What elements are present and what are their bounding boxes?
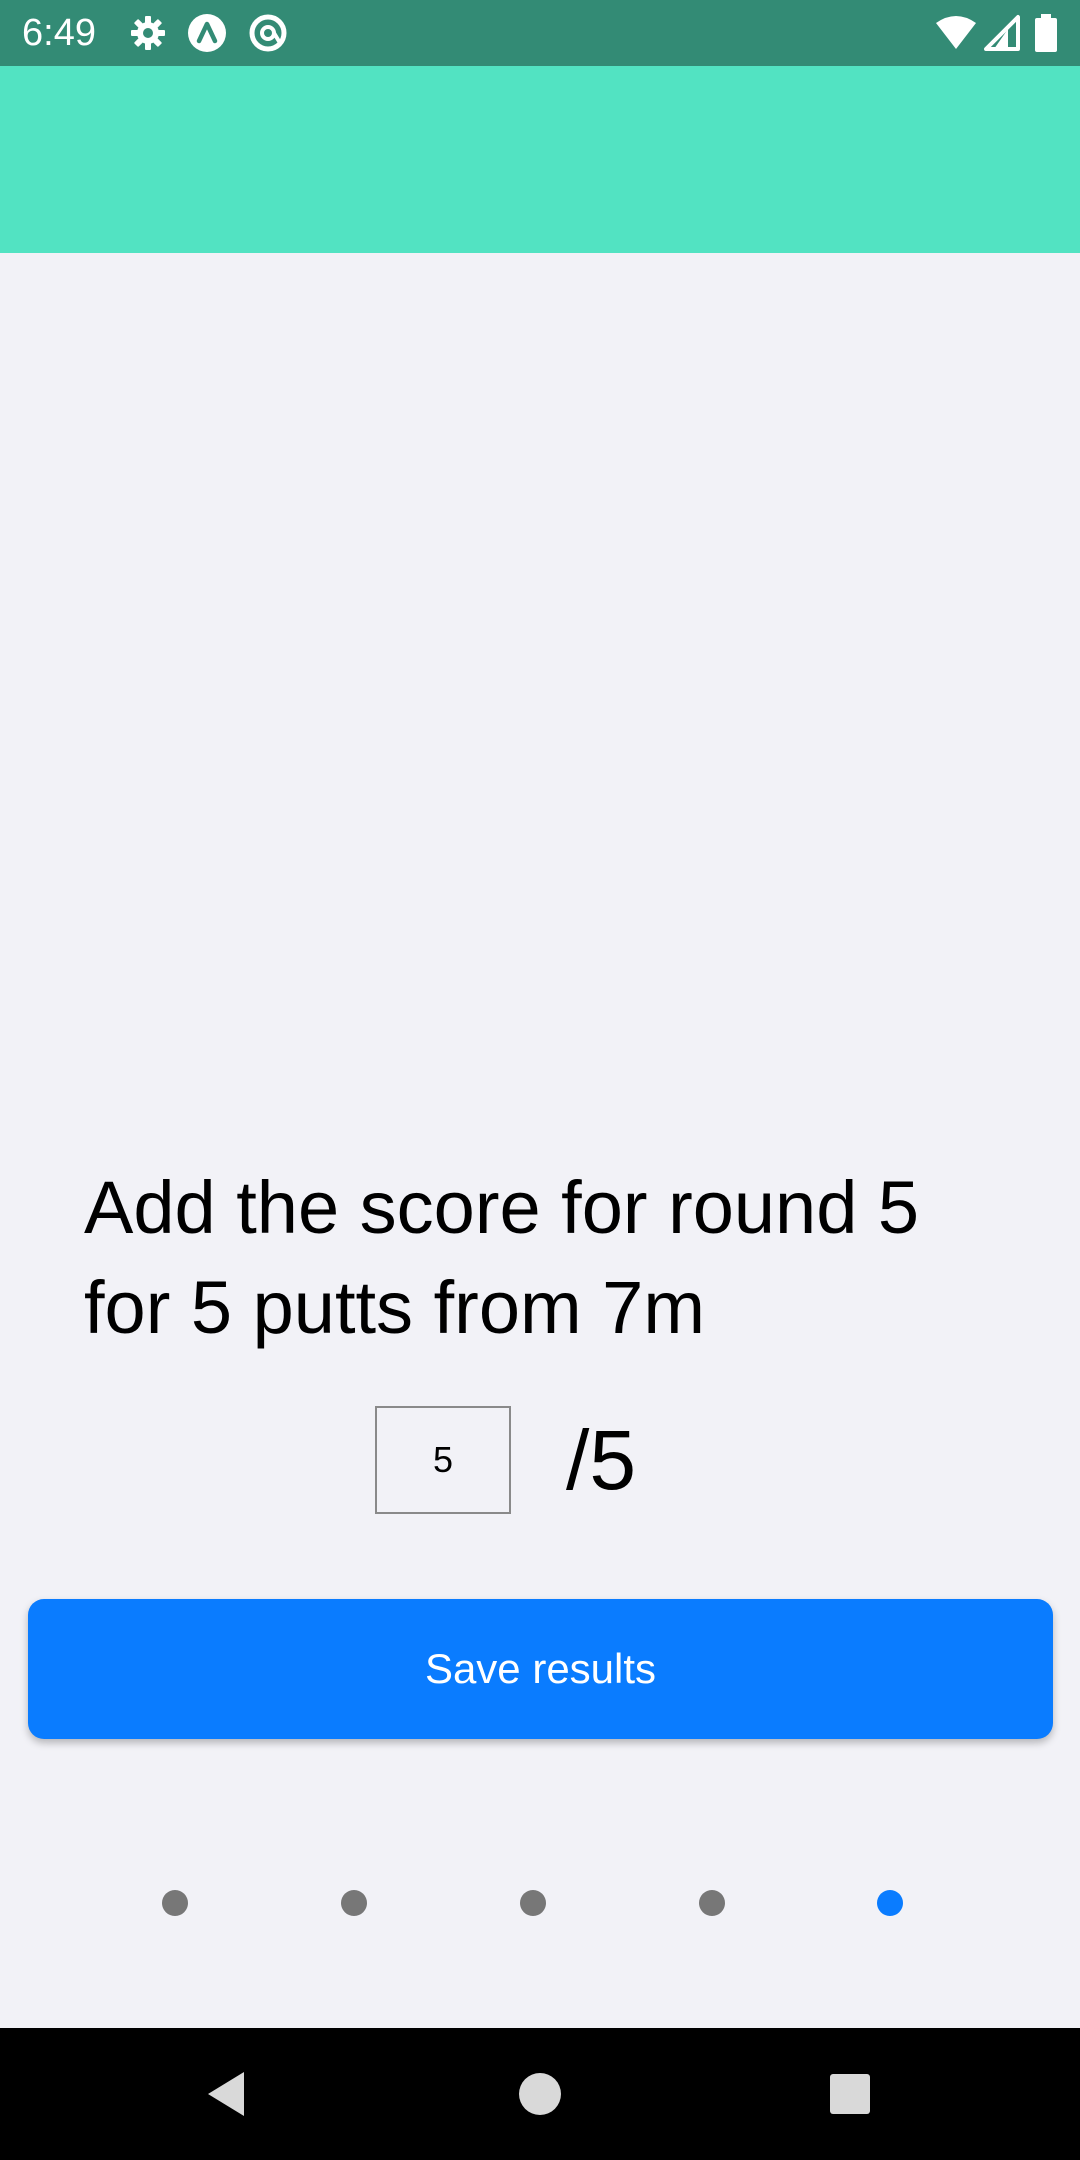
app-header bbox=[0, 66, 1080, 253]
screen: 6:49 Add the score for round 5 for 5 put… bbox=[0, 0, 1080, 2160]
pager-dot-1[interactable] bbox=[162, 1890, 188, 1916]
home-icon[interactable] bbox=[510, 2064, 570, 2124]
status-time: 6:49 bbox=[22, 12, 96, 54]
app-a-icon bbox=[187, 13, 227, 53]
score-input[interactable] bbox=[375, 1406, 511, 1514]
at-icon bbox=[248, 13, 288, 53]
pager-dot-3[interactable] bbox=[520, 1890, 546, 1916]
battery-icon bbox=[1034, 13, 1058, 53]
gear-icon bbox=[128, 13, 168, 53]
pager-dot-4[interactable] bbox=[699, 1890, 725, 1916]
cellular-signal-icon bbox=[982, 13, 1022, 53]
navigation-bar bbox=[0, 2028, 1080, 2160]
score-total-label: /5 bbox=[566, 1413, 637, 1507]
recents-icon[interactable] bbox=[820, 2064, 880, 2124]
round-score-prompt: Add the score for round 5 for 5 putts fr… bbox=[84, 1166, 920, 1349]
pager-dot-2[interactable] bbox=[341, 1890, 367, 1916]
back-icon[interactable] bbox=[196, 2064, 256, 2124]
save-results-button[interactable]: Save results bbox=[28, 1599, 1053, 1739]
status-bar: 6:49 bbox=[0, 0, 1080, 66]
wifi-icon bbox=[934, 13, 978, 53]
pager-dot-5-active[interactable] bbox=[877, 1890, 903, 1916]
